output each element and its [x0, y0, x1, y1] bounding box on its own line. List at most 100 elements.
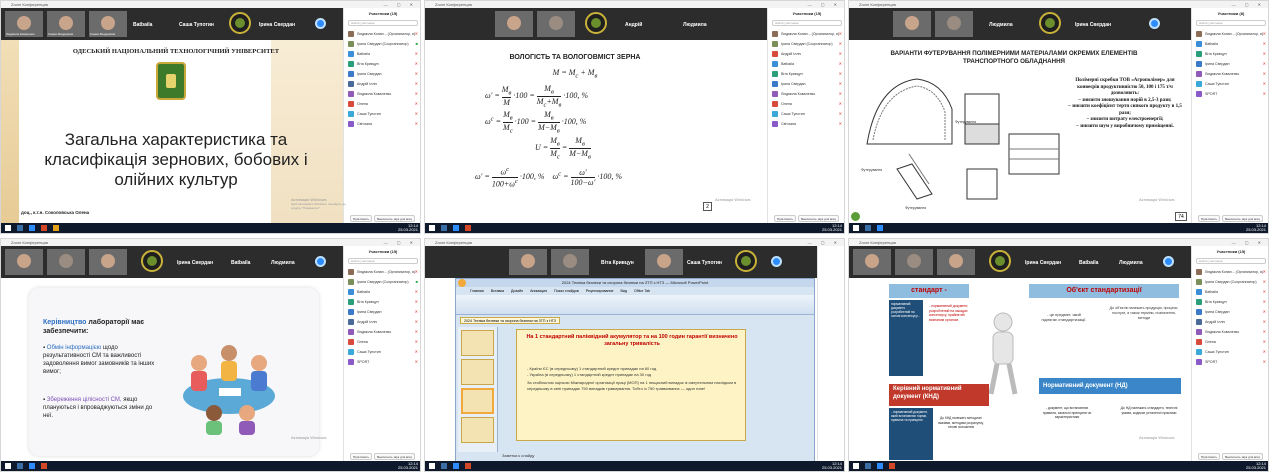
participant-row[interactable]: Саша Тупотин ✕: [344, 347, 420, 357]
video-tile[interactable]: Сашко Бердников: [47, 11, 85, 37]
participant-row[interactable]: Ірина Свердан (Соорганізатор) ✕: [768, 39, 844, 49]
participant-row[interactable]: Людмила Копан... (Организатор, я) ✕: [768, 29, 844, 39]
video-tile[interactable]: [89, 249, 127, 275]
video-tile[interactable]: Людмила Коваленко: [5, 11, 43, 37]
video-tile[interactable]: [495, 11, 533, 37]
participant-row[interactable]: Людмила Копан... (Организатор, я) ✕: [344, 29, 420, 39]
participant-row[interactable]: Batbaila ✕: [1192, 287, 1268, 297]
window-controls[interactable]: — ▢ ✕: [808, 1, 841, 8]
video-tile[interactable]: [5, 249, 43, 275]
window-controls[interactable]: — ▢ ✕: [384, 239, 417, 246]
zoom-icon[interactable]: [877, 463, 883, 469]
participant-row[interactable]: Світлана ✕: [344, 119, 420, 129]
participant-row[interactable]: Ірина Свердан (Соорганізатор) ■: [344, 277, 420, 287]
tile-name[interactable]: Віта Кривцун: [601, 260, 634, 266]
tile-name[interactable]: Людмила: [271, 260, 295, 266]
participant-row[interactable]: Олена ✕: [768, 99, 844, 109]
participant-row[interactable]: Світлана ✕: [768, 119, 844, 129]
tile-name[interactable]: Ірина Свердан: [177, 260, 213, 266]
window-controls[interactable]: — ▢ ✕: [1232, 1, 1265, 8]
zoom-icon[interactable]: [453, 225, 459, 231]
participant-row[interactable]: Людмила Коваленко ✕: [1192, 69, 1268, 79]
search-icon[interactable]: [17, 225, 23, 231]
powerpoint-icon[interactable]: [465, 225, 471, 231]
participant-row[interactable]: Людмила Коваленко ✕: [768, 89, 844, 99]
speaker-icon[interactable]: [1163, 256, 1174, 267]
participant-row[interactable]: Ірина Свердан ✕: [1192, 59, 1268, 69]
participant-row[interactable]: Людмила Коваленко ✕: [344, 89, 420, 99]
ribbon-tab[interactable]: Дизайн: [511, 289, 523, 293]
participant-row[interactable]: SPORT ✕: [1192, 357, 1268, 367]
tile-name[interactable]: Саша Тупотин: [687, 260, 722, 266]
participant-search-input[interactable]: Найти участника: [348, 258, 418, 264]
participant-row[interactable]: Олена ✕: [344, 99, 420, 109]
participant-row[interactable]: Людмила Копан... (Организатор, я) ✕: [344, 267, 420, 277]
video-tile[interactable]: [893, 11, 931, 37]
window-controls[interactable]: — ▢ ✕: [384, 1, 417, 8]
participant-row[interactable]: Саша Тупотин ✕: [1192, 79, 1268, 89]
start-icon[interactable]: [853, 463, 859, 469]
invite-button[interactable]: Пригласить: [1198, 453, 1221, 460]
video-tile[interactable]: [935, 11, 973, 37]
speaker-icon[interactable]: [1149, 18, 1160, 29]
participant-row[interactable]: SPORT ✕: [344, 357, 420, 367]
video-tile[interactable]: [645, 249, 683, 275]
start-icon[interactable]: [429, 225, 435, 231]
ribbon-tab[interactable]: Анимация: [530, 289, 547, 293]
participant-row[interactable]: Людмила Копан... (Организатор, я) ✕: [1192, 29, 1268, 39]
participant-row[interactable]: Ірина Свердан ✕: [1192, 307, 1268, 317]
participant-row[interactable]: Ірина Свердан ✕: [344, 69, 420, 79]
speaker-icon[interactable]: [315, 18, 326, 29]
participant-row[interactable]: Саша Тупотин ✕: [1192, 347, 1268, 357]
chat-icon[interactable]: [851, 212, 860, 221]
participant-row[interactable]: Олена ✕: [1192, 337, 1268, 347]
participant-row[interactable]: Віта Кривцун ✕: [344, 297, 420, 307]
powerpoint-icon[interactable]: [889, 463, 895, 469]
participant-row[interactable]: Віта Кривцун ✕: [1192, 49, 1268, 59]
speaker-icon[interactable]: [771, 256, 782, 267]
search-icon[interactable]: [865, 225, 871, 231]
powerpoint-icon[interactable]: [465, 463, 471, 469]
zoom-icon[interactable]: [29, 463, 35, 469]
tile-name[interactable]: Batbaila: [133, 22, 152, 28]
start-icon[interactable]: [5, 225, 11, 231]
participant-row[interactable]: Batbaila ✕: [768, 59, 844, 69]
ribbon-tab[interactable]: Рецензирование: [586, 289, 614, 293]
participant-row[interactable]: Віта Кривцун ✕: [344, 59, 420, 69]
slide-thumbnails[interactable]: [458, 327, 498, 452]
invite-button[interactable]: Пригласить: [350, 215, 373, 222]
ribbon-tab[interactable]: Вставка: [491, 289, 504, 293]
start-icon[interactable]: [5, 463, 11, 469]
ribbon-toolbar[interactable]: [456, 295, 814, 315]
search-icon[interactable]: [865, 463, 871, 469]
zoom-icon[interactable]: [453, 463, 459, 469]
video-tile[interactable]: [551, 249, 589, 275]
tile-name[interactable]: Людмила: [989, 22, 1013, 28]
tile-name[interactable]: Batbaila: [1079, 260, 1098, 266]
participant-row[interactable]: Ірина Свердан ✕: [768, 79, 844, 89]
invite-button[interactable]: Пригласить: [774, 215, 797, 222]
participant-row[interactable]: Андрій Ілліч ✕: [1192, 317, 1268, 327]
tile-name[interactable]: Людмила: [683, 22, 707, 28]
search-icon[interactable]: [441, 225, 447, 231]
video-tile[interactable]: [537, 11, 575, 37]
invite-button[interactable]: Пригласить: [1198, 215, 1221, 222]
participant-row[interactable]: Ірина Свердан (Соорганізатор) ■: [344, 39, 420, 49]
search-icon[interactable]: [17, 463, 23, 469]
window-controls[interactable]: — ▢ ✕: [1232, 239, 1265, 246]
tile-name[interactable]: Ірина Свердан: [259, 22, 295, 28]
zoom-icon[interactable]: [877, 225, 883, 231]
video-tile[interactable]: Сашко Бердников: [89, 11, 127, 37]
mute-all-button[interactable]: Выключить звук для всех: [374, 453, 416, 460]
participant-row[interactable]: Андрій Ілліч ✕: [768, 49, 844, 59]
zoom-icon[interactable]: [29, 225, 35, 231]
speaker-icon[interactable]: [315, 256, 326, 267]
tile-name[interactable]: Людмила: [1119, 260, 1143, 266]
document-tab[interactable]: 2024 Техніка безпеки та охорона безпеки …: [460, 317, 561, 324]
video-tile[interactable]: [509, 249, 547, 275]
mute-all-button[interactable]: Выключить звук для всех: [374, 215, 416, 222]
participant-search-input[interactable]: Найти участника: [1196, 20, 1266, 26]
participant-row[interactable]: Людмила Копан... (Организатор, я) ✕: [1192, 267, 1268, 277]
ribbon-tab[interactable]: Показ слайдов: [554, 289, 579, 293]
ribbon-tab[interactable]: Office Tab: [634, 289, 650, 293]
